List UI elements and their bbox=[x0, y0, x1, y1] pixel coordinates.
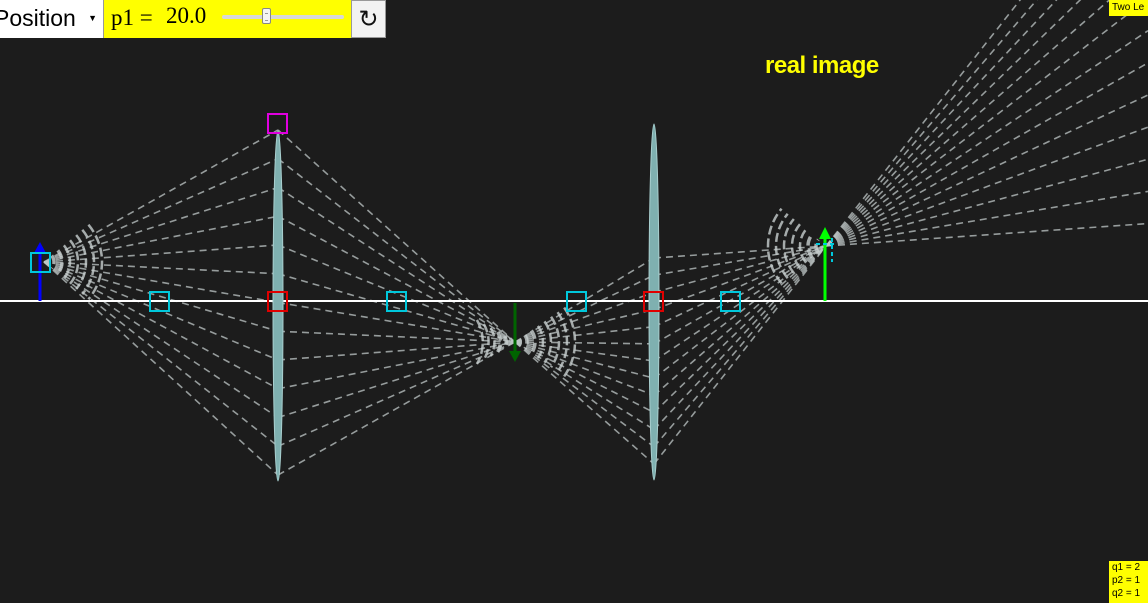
ray bbox=[43, 261, 279, 390]
ray bbox=[43, 158, 279, 263]
ray bbox=[277, 186, 516, 343]
toolbar: Position ▼ p1 = 20.0 ↻ bbox=[0, 0, 386, 38]
parameter-slider-thumb[interactable] bbox=[261, 8, 271, 24]
ray bbox=[277, 272, 516, 343]
ray bbox=[825, 0, 1148, 247]
values-readout: q1 = 2 p2 = 1 q2 = 1 bbox=[1109, 561, 1148, 603]
parameter-label: p1 = bbox=[111, 5, 153, 30]
ray bbox=[514, 341, 655, 397]
simulation-title-tag: Two Le bbox=[1109, 0, 1148, 16]
ray bbox=[43, 186, 279, 263]
ray bbox=[653, 245, 827, 465]
ray bbox=[43, 261, 279, 333]
ray bbox=[43, 129, 279, 263]
ray bbox=[653, 245, 827, 328]
ray bbox=[277, 341, 516, 476]
image-type-label: real image bbox=[765, 52, 879, 79]
parameter-slider-panel: p1 = 20.0 bbox=[104, 0, 351, 38]
final-image-arrow bbox=[819, 227, 831, 301]
ray bbox=[277, 158, 516, 343]
reload-icon: ↻ bbox=[358, 5, 379, 33]
ray bbox=[653, 245, 827, 431]
readout-q1: q1 = 2 bbox=[1112, 562, 1141, 573]
mode-dropdown[interactable]: Position ▼ bbox=[0, 0, 104, 38]
ray bbox=[514, 274, 655, 343]
wavefront-arc bbox=[50, 254, 56, 270]
optics-canvas[interactable] bbox=[0, 0, 1148, 603]
ray bbox=[277, 341, 516, 390]
ray bbox=[43, 261, 279, 447]
parameter-slider-track[interactable] bbox=[222, 15, 344, 19]
mode-dropdown-label: Position bbox=[0, 5, 76, 31]
ray bbox=[825, 94, 1148, 247]
ray bbox=[514, 341, 655, 448]
wavefront-arc bbox=[81, 229, 96, 295]
wavefront-arc bbox=[814, 238, 820, 254]
reset-button[interactable]: ↻ bbox=[351, 0, 386, 38]
ray bbox=[825, 158, 1148, 247]
parameter-value: 20.0 bbox=[166, 3, 207, 28]
ray bbox=[653, 245, 827, 379]
readout-p2: p2 = 1 bbox=[1112, 575, 1141, 586]
readout-q2: q2 = 1 bbox=[1112, 588, 1141, 599]
ray bbox=[825, 126, 1148, 247]
caret-down-icon: ▼ bbox=[88, 13, 97, 23]
ray bbox=[825, 62, 1148, 247]
ray-bundles bbox=[43, 0, 1148, 476]
lens-1[interactable] bbox=[272, 130, 284, 482]
ray bbox=[514, 291, 655, 343]
ray bbox=[514, 341, 655, 465]
ray bbox=[825, 222, 1148, 247]
wavefront-arc bbox=[503, 335, 508, 349]
ray bbox=[43, 261, 279, 476]
ray bbox=[277, 341, 516, 419]
wavefront-arc bbox=[806, 233, 814, 259]
lens-2[interactable] bbox=[648, 123, 660, 481]
intermediate-image-arrow bbox=[509, 303, 521, 362]
ray bbox=[514, 341, 655, 414]
ray bbox=[514, 341, 655, 431]
ray bbox=[653, 245, 827, 448]
